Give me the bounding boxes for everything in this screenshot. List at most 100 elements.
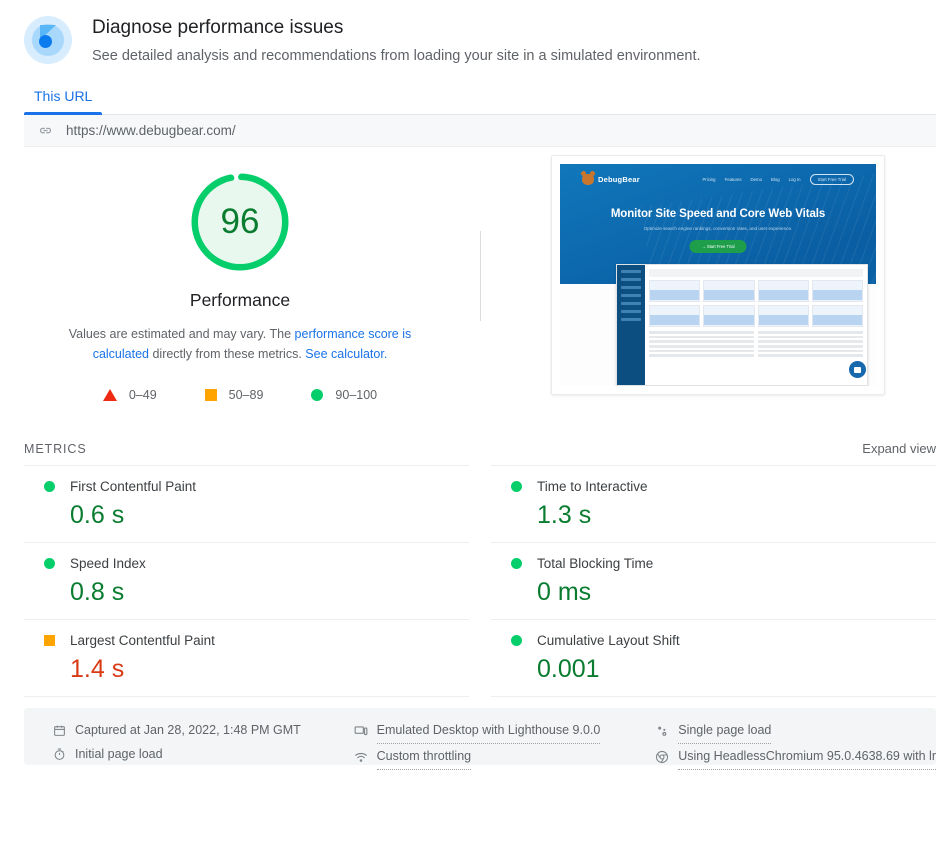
circle-icon (511, 481, 522, 492)
score-column: 96 Performance Values are estimated and … (0, 147, 480, 435)
mock-nav-link: Log In (788, 176, 801, 182)
mock-site-nav: DebugBear Pricing Features Demo Blog Log… (560, 164, 876, 194)
mock-chat-widget-icon (849, 361, 866, 378)
legend-range-fail: 0–49 (128, 388, 157, 402)
circle-icon (311, 389, 324, 401)
mock-headline: Monitor Site Speed and Core Web Vitals (610, 208, 826, 220)
footer-item-initial-page-load: Initial page load (52, 742, 326, 766)
metric-first-contentful-paint[interactable]: First Contentful Paint 0.6 s (24, 465, 469, 542)
mock-nav-link: Demo (750, 176, 763, 182)
performance-score-gauge: 96 (190, 172, 290, 272)
square-icon (204, 389, 217, 401)
legend-item-average: 50–89 (204, 388, 264, 402)
legend-range-pass: 90–100 (335, 388, 378, 402)
header-text-block: Diagnose performance issues See detailed… (92, 14, 701, 67)
legend-range-average: 50–89 (228, 388, 264, 402)
mock-nav-link: Pricing (702, 176, 716, 182)
mock-hero-button: → Start Free Trial (689, 240, 747, 253)
tab-this-url-label: This URL (34, 88, 93, 104)
score-category-label: Performance (189, 290, 291, 310)
circle-icon (511, 558, 522, 569)
footer-item-text: Emulated Desktop with Lighthouse 9.0.0 (376, 718, 601, 744)
footer-item-text: Using HeadlessChromium 95.0.4638.69 with… (678, 744, 936, 770)
metric-value: 1.3 s (537, 501, 592, 529)
mock-subheadline: Optimize search engine rankings, convers… (643, 226, 793, 231)
metric-name: Total Blocking Time (537, 556, 654, 571)
footer-item-emulated-desktop[interactable]: Emulated Desktop with Lighthouse 9.0.0 (354, 718, 628, 744)
lighthouse-logo-icon (24, 16, 72, 64)
footer-item-text: Single page load (678, 718, 772, 744)
mock-nav-cta: Start Free Trial (809, 173, 854, 185)
mock-dashboard-image (616, 264, 868, 386)
screenshot-column: DebugBear Pricing Features Demo Blog Log… (480, 147, 950, 435)
chrome-icon (655, 750, 669, 764)
single-page-load-icon (655, 724, 669, 738)
mock-nav-link: Features (724, 176, 742, 182)
tab-this-url[interactable]: This URL (24, 88, 103, 115)
disclaimer-middle: directly from these metrics. (152, 347, 306, 361)
metric-time-to-interactive[interactable]: Time to Interactive 1.3 s (491, 465, 936, 542)
expand-view-button[interactable]: Expand view (862, 441, 936, 456)
footer-column-emulation: Emulated Desktop with Lighthouse 9.0.0 C… (326, 718, 628, 770)
tab-active-indicator (24, 112, 103, 115)
score-legend: 0–49 50–89 90–100 (102, 388, 377, 402)
footer-item-text: Custom throttling (376, 744, 472, 770)
footer-item-text: Initial page load (75, 747, 163, 761)
footer-item-single-page-load[interactable]: Single page load (655, 718, 936, 744)
throttling-icon (354, 750, 368, 764)
desktop-device-icon (354, 724, 368, 738)
metric-name: First Contentful Paint (70, 479, 197, 494)
metric-value: 0.6 s (70, 501, 125, 529)
metric-name: Speed Index (70, 556, 146, 571)
score-disclaimer: Values are estimated and may vary. The p… (40, 324, 440, 364)
metric-cumulative-layout-shift[interactable]: Cumulative Layout Shift 0.001 (491, 619, 936, 697)
score-and-screenshot-area: 96 Performance Values are estimated and … (0, 147, 950, 435)
disclaimer-prefix: Values are estimated and may vary. The (68, 327, 295, 341)
screenshot-image: DebugBear Pricing Features Demo Blog Log… (560, 164, 876, 386)
gauge-fill: 96 (198, 180, 282, 264)
metric-value: 0.8 s (70, 578, 125, 606)
logo-center-dot (39, 35, 52, 48)
circle-icon (44, 481, 55, 492)
metrics-grid: First Contentful Paint 0.6 s Time to Int… (0, 465, 950, 697)
footer-item-browser-version[interactable]: Using HeadlessChromium 95.0.4638.69 with… (655, 744, 936, 770)
footer-column-browser: Single page load Using HeadlessChromium … (627, 718, 936, 770)
metric-total-blocking-time[interactable]: Total Blocking Time 0 ms (491, 542, 936, 619)
legend-item-fail: 0–49 (102, 388, 157, 402)
calendar-icon (52, 723, 66, 737)
score-value: 96 (220, 201, 260, 241)
metric-name: Time to Interactive (537, 479, 648, 494)
footer-item-custom-throttling[interactable]: Custom throttling (354, 744, 628, 770)
environment-footer: Captured at Jan 28, 2022, 1:48 PM GMT In… (24, 708, 936, 770)
metric-speed-index[interactable]: Speed Index 0.8 s (24, 542, 469, 619)
url-text: https://www.debugbear.com/ (66, 123, 236, 138)
metric-name: Largest Contentful Paint (70, 633, 215, 648)
metric-value: 0 ms (537, 578, 592, 606)
url-bar[interactable]: https://www.debugbear.com/ (24, 115, 936, 147)
link-icon (38, 123, 53, 138)
circle-icon (511, 635, 522, 646)
mock-nav-links: Pricing Features Demo Blog Log In Start … (702, 173, 854, 185)
metric-name: Cumulative Layout Shift (537, 633, 680, 648)
legend-item-pass: 90–100 (311, 388, 377, 402)
bear-logo-icon (581, 170, 595, 185)
footer-item-text: Captured at Jan 28, 2022, 1:48 PM GMT (75, 723, 301, 737)
lighthouse-report-panel: Diagnose performance issues See detailed… (0, 0, 950, 842)
report-header: Diagnose performance issues See detailed… (0, 0, 950, 67)
page-screenshot-thumbnail[interactable]: DebugBear Pricing Features Demo Blog Log… (551, 155, 885, 395)
tab-bar: This URL (0, 88, 950, 115)
mock-dash-cards (649, 280, 863, 327)
footer-column-capture: Captured at Jan 28, 2022, 1:48 PM GMT In… (24, 718, 326, 770)
mock-brand-name: DebugBear (598, 174, 640, 184)
triangle-icon (102, 389, 117, 401)
square-icon (44, 635, 55, 646)
see-calculator-link[interactable]: See calculator. (305, 347, 387, 361)
footer-item-captured-at: Captured at Jan 28, 2022, 1:48 PM GMT (52, 718, 326, 742)
vertical-divider (480, 231, 481, 321)
metrics-header: METRICS Expand view (0, 441, 950, 456)
page-subtitle: See detailed analysis and recommendation… (92, 48, 701, 64)
mock-nav-link: Blog (771, 176, 780, 182)
metric-largest-contentful-paint[interactable]: Largest Contentful Paint 1.4 s (24, 619, 469, 697)
metric-value: 1.4 s (70, 655, 125, 683)
stopwatch-icon (52, 747, 66, 761)
